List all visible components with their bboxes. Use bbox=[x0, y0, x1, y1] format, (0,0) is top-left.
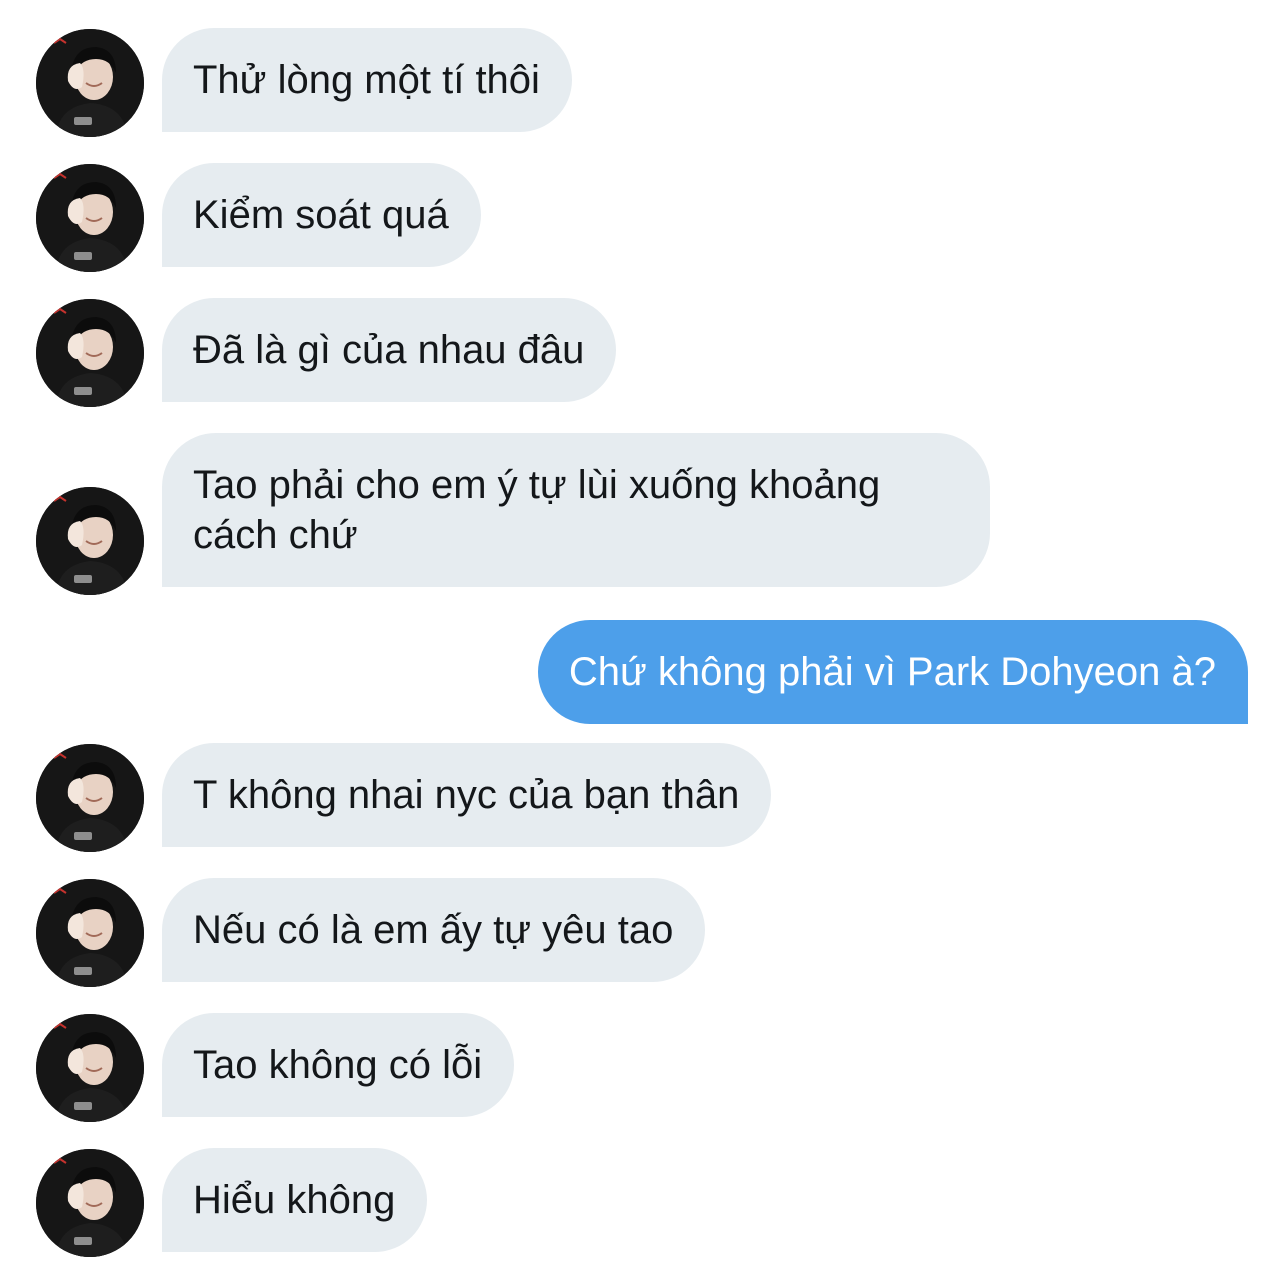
message-bubble-incoming[interactable]: Tao phải cho em ý tự lùi xuống khoảng cá… bbox=[162, 433, 990, 587]
message-bubble-incoming[interactable]: Nếu có là em ấy tự yêu tao bbox=[162, 878, 706, 982]
message-row: Kiểm soát quá bbox=[0, 163, 1284, 273]
message-bubble-incoming[interactable]: Đã là gì của nhau đâu bbox=[162, 298, 617, 402]
message-row: T không nhai nyc của bạn thân bbox=[0, 743, 1284, 853]
message-bubble-incoming[interactable]: Kiểm soát quá bbox=[162, 163, 481, 267]
message-row: Hiểu không bbox=[0, 1148, 1284, 1258]
avatar[interactable] bbox=[36, 299, 144, 407]
message-row: Chứ không phải vì Park Dohyeon à? bbox=[0, 620, 1284, 730]
profile-photo-icon bbox=[36, 299, 144, 407]
profile-photo-icon bbox=[36, 164, 144, 272]
avatar[interactable] bbox=[36, 487, 144, 595]
avatar[interactable] bbox=[36, 1014, 144, 1122]
profile-photo-icon bbox=[36, 487, 144, 595]
avatar[interactable] bbox=[36, 744, 144, 852]
avatar[interactable] bbox=[36, 29, 144, 137]
message-row: Tao phải cho em ý tự lùi xuống khoảng cá… bbox=[0, 433, 1284, 595]
message-bubble-incoming[interactable]: T không nhai nyc của bạn thân bbox=[162, 743, 772, 847]
message-row: Tao không có lỗi bbox=[0, 1013, 1284, 1123]
message-bubble-incoming[interactable]: Tao không có lỗi bbox=[162, 1013, 515, 1117]
message-bubble-outgoing[interactable]: Chứ không phải vì Park Dohyeon à? bbox=[537, 620, 1248, 724]
profile-photo-icon bbox=[36, 29, 144, 137]
message-row: Thử lòng một tí thôi bbox=[0, 28, 1284, 138]
profile-photo-icon bbox=[36, 1014, 144, 1122]
avatar[interactable] bbox=[36, 879, 144, 987]
profile-photo-icon bbox=[36, 744, 144, 852]
profile-photo-icon bbox=[36, 879, 144, 987]
avatar[interactable] bbox=[36, 1149, 144, 1257]
message-bubble-incoming[interactable]: Thử lòng một tí thôi bbox=[162, 28, 572, 132]
profile-photo-icon bbox=[36, 1149, 144, 1257]
message-row: Nếu có là em ấy tự yêu tao bbox=[0, 878, 1284, 988]
message-row: Đã là gì của nhau đâu bbox=[0, 298, 1284, 408]
avatar[interactable] bbox=[36, 164, 144, 272]
message-bubble-incoming[interactable]: Hiểu không bbox=[162, 1148, 428, 1252]
